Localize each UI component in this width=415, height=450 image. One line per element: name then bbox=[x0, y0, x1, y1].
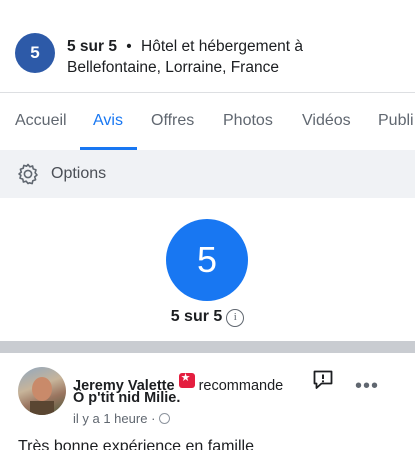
recommend-text: recommande bbox=[198, 378, 284, 394]
review-time[interactable]: il y a 1 heure bbox=[73, 411, 147, 426]
rating-circle: 5 bbox=[166, 219, 248, 301]
avatar-image bbox=[30, 377, 54, 415]
review-meta: il y a 1 heure · bbox=[73, 411, 171, 426]
tab-accueil[interactable]: Accueil bbox=[15, 112, 67, 130]
review-text: Très bonne expérience en famille bbox=[18, 438, 254, 450]
info-icon[interactable]: i bbox=[226, 309, 245, 327]
rating-summary: 5 5 sur 5i bbox=[0, 198, 415, 341]
report-icon[interactable] bbox=[311, 368, 335, 392]
meta-separator: · bbox=[151, 411, 156, 426]
recommend-icon bbox=[178, 371, 195, 388]
tab-offres[interactable]: Offres bbox=[151, 112, 194, 130]
tab-publications[interactable]: Publi bbox=[378, 112, 414, 130]
place-name[interactable]: Ô p'tit nid Milie. bbox=[73, 390, 180, 406]
tab-bar: Accueil Avis Offres Photos Vidéos Publi bbox=[0, 94, 415, 150]
more-options-icon[interactable]: ••• bbox=[355, 376, 379, 396]
review-post: Jeremy Valetterecommande Ô p'tit nid Mil… bbox=[0, 353, 415, 450]
options-bar[interactable]: Options bbox=[0, 150, 415, 198]
rating-badge[interactable]: 5 bbox=[15, 33, 55, 73]
rating-value-text: 5 sur 5 bbox=[170, 308, 223, 325]
avatar[interactable] bbox=[18, 367, 66, 415]
options-label: Options bbox=[51, 165, 107, 182]
page-title: 5 sur 5 • Hôtel et hébergement à Bellefo… bbox=[67, 36, 407, 78]
section-divider bbox=[0, 341, 415, 353]
tab-photos[interactable]: Photos bbox=[223, 112, 273, 130]
header-category: Hôtel et hébergement à bbox=[141, 38, 304, 55]
rating-text: 5 sur 5i bbox=[0, 308, 415, 327]
tab-avis[interactable]: Avis bbox=[93, 112, 123, 130]
header-rating: 5 sur 5 bbox=[67, 38, 117, 55]
header-separator: • bbox=[126, 38, 132, 55]
header-location: Bellefontaine, Lorraine, France bbox=[67, 59, 279, 76]
page-header: 5 5 sur 5 • Hôtel et hébergement à Belle… bbox=[0, 0, 415, 93]
tab-videos[interactable]: Vidéos bbox=[302, 112, 351, 130]
globe-icon bbox=[159, 413, 171, 424]
gear-icon bbox=[18, 163, 38, 185]
